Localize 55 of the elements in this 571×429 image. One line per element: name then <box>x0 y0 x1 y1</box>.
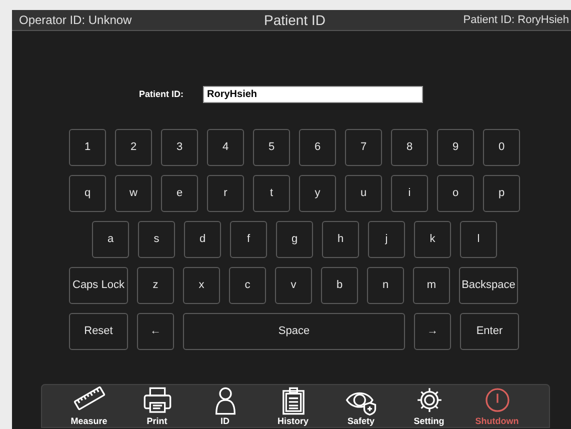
keyboard-key[interactable]: c <box>229 267 266 304</box>
keyboard-key[interactable]: Backspace <box>459 267 518 304</box>
keyboard-key[interactable]: 9 <box>437 129 474 166</box>
keyboard-key[interactable]: → <box>414 313 451 350</box>
keyboard-key[interactable]: a <box>92 221 129 258</box>
keyboard-key[interactable]: z <box>137 267 174 304</box>
keyboard-key[interactable]: 0 <box>483 129 520 166</box>
keyboard-key[interactable]: 2 <box>115 129 152 166</box>
nav-button[interactable]: Print <box>135 386 179 427</box>
keyboard-key[interactable]: k <box>414 221 451 258</box>
nav-button[interactable]: History <box>271 386 315 427</box>
keyboard-key[interactable]: 1 <box>69 129 106 166</box>
operator-id: Operator ID: Unknow <box>19 12 132 29</box>
field-label: Patient ID: <box>139 88 185 101</box>
keyboard-key[interactable]: m <box>413 267 450 304</box>
window-title: Patient ID <box>264 10 326 30</box>
keyboard-key[interactable]: 7 <box>345 129 382 166</box>
keyboard-key[interactable]: 5 <box>253 129 290 166</box>
keyboard-key[interactable]: ← <box>137 313 174 350</box>
keyboard-key[interactable]: u <box>345 175 382 212</box>
keyboard-key[interactable]: v <box>275 267 312 304</box>
keyboard-key[interactable]: l <box>460 221 497 258</box>
nav-button[interactable]: Shutdown <box>475 386 519 427</box>
keyboard-key[interactable]: 4 <box>207 129 244 166</box>
keyboard-key[interactable]: j <box>368 221 405 258</box>
keyboard-key[interactable]: s <box>138 221 175 258</box>
nav-button[interactable]: Safety <box>339 386 383 427</box>
keyboard-key[interactable]: o <box>437 175 474 212</box>
keyboard-key[interactable]: t <box>253 175 290 212</box>
keyboard-key[interactable]: q <box>69 175 106 212</box>
nav-button[interactable]: Measure <box>67 386 111 427</box>
keyboard-key[interactable]: Enter <box>460 313 519 350</box>
keyboard-key[interactable]: Caps Lock <box>69 267 128 304</box>
keyboard-key[interactable]: Space <box>183 313 405 350</box>
keyboard-key[interactable]: Reset <box>69 313 128 350</box>
keyboard-key[interactable]: g <box>276 221 313 258</box>
keyboard-key[interactable]: r <box>207 175 244 212</box>
keyboard-key[interactable]: 3 <box>161 129 198 166</box>
patient-id-input[interactable]: RoryHsieh <box>203 86 423 103</box>
keyboard-key[interactable]: 8 <box>391 129 428 166</box>
keyboard-key[interactable]: d <box>184 221 221 258</box>
keyboard-key[interactable]: x <box>183 267 220 304</box>
keyboard-key[interactable]: b <box>321 267 358 304</box>
keyboard-key[interactable]: w <box>115 175 152 212</box>
keyboard-key[interactable]: f <box>230 221 267 258</box>
keyboard-key[interactable]: 6 <box>299 129 336 166</box>
nav-button[interactable]: ID <box>203 386 247 427</box>
keyboard-key[interactable]: p <box>483 175 520 212</box>
keyboard-key[interactable]: n <box>367 267 404 304</box>
keyboard-key[interactable]: h <box>322 221 359 258</box>
keyboard-key[interactable]: i <box>391 175 428 212</box>
patient-id-display: Patient ID: RoryHsieh <box>463 12 569 28</box>
nav-button[interactable]: Setting <box>407 386 451 427</box>
keyboard-key[interactable]: y <box>299 175 336 212</box>
keyboard-key[interactable]: e <box>161 175 198 212</box>
